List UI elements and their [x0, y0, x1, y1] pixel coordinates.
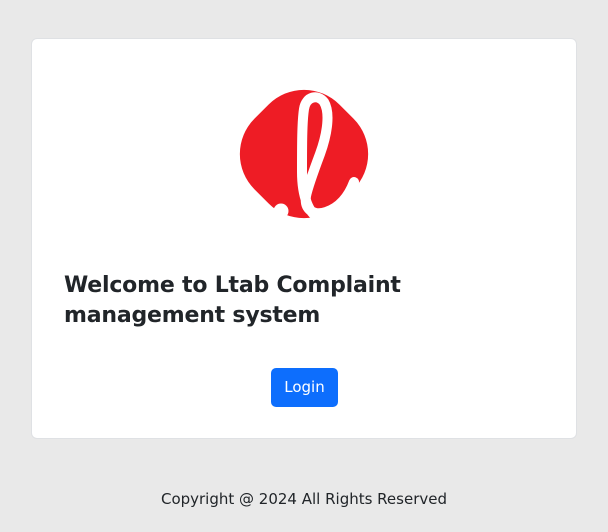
footer-copyright: Copyright @ 2024 All Rights Reserved	[160, 490, 448, 508]
welcome-heading: Welcome to Ltab Complaint management sys…	[64, 273, 401, 328]
login-button[interactable]: Login	[271, 368, 338, 407]
welcome-card: Welcome to Ltab Complaint management sys…	[31, 38, 577, 439]
ltab-logo-icon	[204, 54, 404, 254]
